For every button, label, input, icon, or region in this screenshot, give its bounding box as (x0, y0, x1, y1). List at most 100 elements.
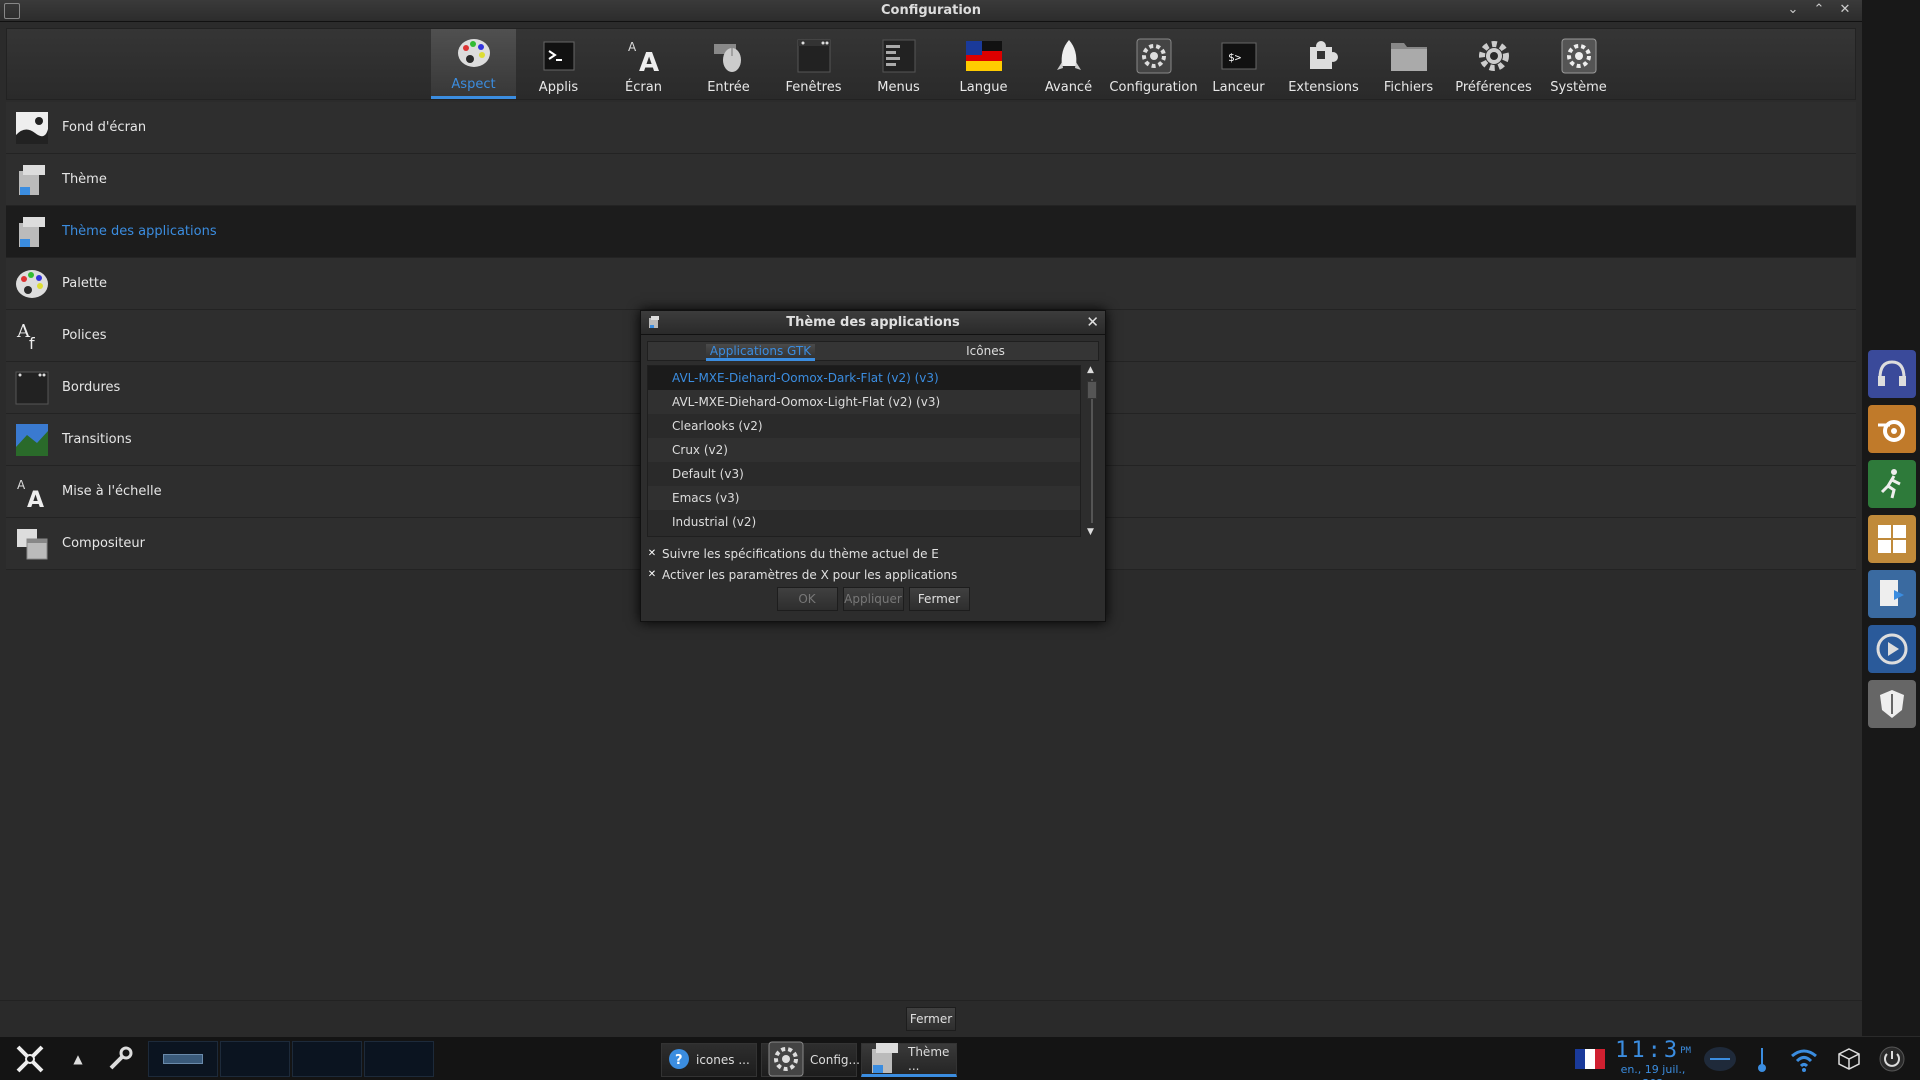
package-icon[interactable] (1834, 1041, 1864, 1077)
play-icon[interactable] (1868, 625, 1916, 673)
category-row[interactable]: Thème (6, 154, 1856, 206)
shield-icon[interactable] (1868, 680, 1916, 728)
scroll-down-icon[interactable]: ▼ (1087, 527, 1094, 537)
svg-text:A: A (628, 40, 637, 54)
category-label: Thème des applications (62, 224, 217, 239)
svg-text:?: ? (675, 1053, 683, 1068)
runner-icon[interactable] (1868, 460, 1916, 508)
theme-list-item[interactable]: Clearlooks (v2) (648, 414, 1080, 438)
minimize-icon[interactable]: ⌄ (1786, 2, 1800, 17)
power-icon[interactable] (1874, 1041, 1910, 1077)
checkbox-x-settings-box[interactable]: ✕ (647, 570, 657, 580)
terminal-icon (539, 36, 579, 76)
transitions-icon (12, 420, 52, 460)
scrollbar[interactable]: ▲ ▼ (1085, 365, 1099, 537)
title-bar[interactable]: Configuration ⌄ ⌃ ✕ (0, 0, 1862, 22)
bottom-bar: Fermer (0, 1000, 1862, 1036)
category-row[interactable]: Thème des applications (6, 206, 1856, 258)
toolbar-item-1[interactable]: Applis (516, 29, 601, 99)
app-theme-icon (649, 316, 659, 328)
svg-text:f: f (29, 334, 35, 353)
enlightenment-menu-icon[interactable] (10, 1041, 50, 1077)
close-icon[interactable]: ✕ (1838, 2, 1852, 17)
category-label: Compositeur (62, 536, 145, 551)
taskbar-task[interactable]: ? icones ... (661, 1043, 757, 1077)
pager-desk-4[interactable] (364, 1041, 434, 1077)
toolbar-item-8[interactable]: Configuration (1109, 29, 1198, 99)
theme-icon (12, 160, 52, 200)
tab-icons[interactable]: Icônes (873, 342, 1098, 360)
svg-text:$>: $> (1228, 51, 1242, 64)
theme-list[interactable]: AVL-MXE-Diehard-Oomox-Dark-Flat (v2) (v3… (647, 365, 1081, 537)
scroll-up-icon[interactable]: ▲ (1087, 365, 1094, 375)
toolbar-item-13[interactable]: Système (1536, 29, 1621, 99)
theme-list-item[interactable]: Industrial (v2) (648, 510, 1080, 534)
clock-date: en., 19 juil., 202 (1620, 1063, 1686, 1080)
toolbar-item-6[interactable]: Langue (941, 29, 1026, 99)
scroll-thumb[interactable] (1087, 381, 1097, 399)
taskbar-task[interactable]: Config... (761, 1041, 860, 1077)
app-theme-icon (12, 212, 52, 252)
fonts-icon: Af (12, 316, 52, 356)
scaling-icon: AA (12, 472, 52, 512)
tab-gtk-applications[interactable]: Applications GTK (648, 342, 873, 361)
svg-text:A: A (639, 48, 659, 75)
toolbar-item-5[interactable]: Menus (856, 29, 941, 99)
toolbar-item-11[interactable]: Fichiers (1366, 29, 1451, 99)
clock[interactable]: 11:3PM en., 19 juil., 202 (1612, 1039, 1694, 1080)
apply-button[interactable]: Appliquer (842, 587, 904, 611)
flag-icon (964, 36, 1004, 76)
taskbar-task[interactable]: Thème ... (861, 1041, 957, 1078)
flag-fr-icon[interactable] (1572, 1041, 1608, 1077)
headphones-icon[interactable] (1868, 350, 1916, 398)
pager-desk-3[interactable] (292, 1041, 362, 1077)
toolbar-item-10[interactable]: Extensions (1281, 29, 1366, 99)
toolbar-item-9[interactable]: $> Lanceur (1196, 29, 1281, 99)
blender-icon[interactable] (1868, 405, 1916, 453)
theme-list-item[interactable]: Emacs (v3) (648, 486, 1080, 510)
category-row[interactable]: Fond d'écran (6, 102, 1856, 154)
theme-list-item[interactable]: Default (v3) (648, 462, 1080, 486)
scroll-track[interactable] (1091, 379, 1093, 523)
toolbar-item-12[interactable]: Préférences (1451, 29, 1536, 99)
pager-desk-1[interactable] (148, 1041, 218, 1077)
clock-time: 11:3 (1615, 1038, 1681, 1063)
dialog-close-button[interactable]: Fermer (908, 587, 970, 611)
theme-list-item[interactable]: AVL-MXE-Diehard-Oomox-Dark-Flat (v2) (v3… (648, 366, 1080, 390)
toolbar-item-label: Fenêtres (785, 80, 842, 95)
wrench-icon[interactable] (100, 1041, 140, 1077)
toolbar-item-label: Préférences (1455, 80, 1532, 95)
checkbox-x-settings[interactable]: ✕ Activer les paramètres de X pour les a… (647, 568, 957, 582)
maximize-icon[interactable]: ⌃ (1812, 2, 1826, 17)
app-theme-icon (868, 1041, 902, 1078)
thermometer-icon[interactable] (1750, 1041, 1774, 1077)
checkbox-follow-theme[interactable]: ✕ Suivre les spécifications du thème act… (647, 547, 939, 561)
clock-ampm: PM (1680, 1046, 1691, 1056)
compositor-icon (12, 524, 52, 564)
toolbar-item-3[interactable]: Entrée (686, 29, 771, 99)
launcher-icon: $> (1219, 36, 1259, 76)
pager-desk-2[interactable] (220, 1041, 290, 1077)
folder-icon (1389, 36, 1429, 76)
theme-list-item[interactable]: AVL-MXE-Diehard-Oomox-Light-Flat (v2) (v… (648, 390, 1080, 414)
checkbox-follow-theme-box[interactable]: ✕ (647, 549, 657, 559)
document-icon[interactable] (1868, 570, 1916, 618)
toolbar-item-0[interactable]: Aspect (431, 29, 516, 99)
theme-list-item[interactable]: Crux (v2) (648, 438, 1080, 462)
dialog-title-bar[interactable]: Thème des applications ✕ (641, 311, 1105, 335)
toolbar-item-7[interactable]: Avancé (1026, 29, 1111, 99)
gear-icon (1474, 36, 1514, 76)
toolbar-item-2[interactable]: AA Écran (601, 29, 686, 99)
close-icon[interactable]: ✕ (1086, 313, 1099, 331)
tiles-icon[interactable] (1868, 515, 1916, 563)
ok-button[interactable]: OK (776, 587, 838, 611)
wifi-icon[interactable] (1786, 1041, 1822, 1077)
dialog-tabs: Applications GTK Icônes (647, 341, 1099, 361)
systray-expand-icon[interactable]: ▲ (68, 1041, 88, 1077)
category-row[interactable]: Palette (6, 258, 1856, 310)
category-toolbar: Aspect Applis A A Écran Entrée Fenêtres Me… (6, 28, 1856, 100)
help-icon: ? (668, 1048, 690, 1073)
toolbar-item-4[interactable]: Fenêtres (771, 29, 856, 99)
mixer-icon[interactable] (1700, 1041, 1740, 1077)
close-button[interactable]: Fermer (906, 1007, 956, 1031)
